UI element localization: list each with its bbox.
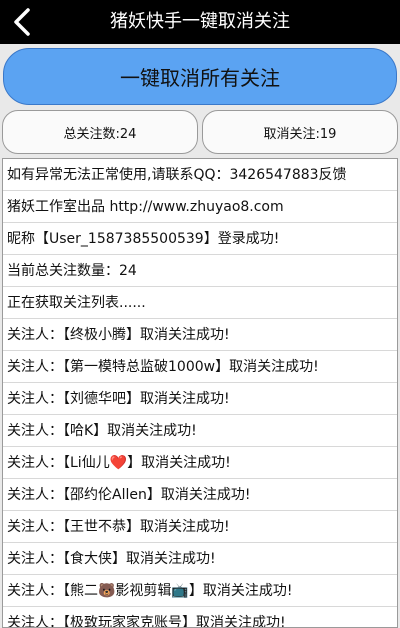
total-follows-label: 总关注数:24: [63, 126, 137, 142]
log-line: 当前总关注数量：24: [3, 255, 397, 287]
log-line: 如有异常无法正常使用,请联系QQ：3426547883反馈: [3, 159, 397, 191]
back-chevron-icon: [14, 8, 30, 36]
log-line: 猪妖工作室出品 http://www.zhuyao8.com: [3, 191, 397, 223]
log-line: 关注人：【哈K】取消关注成功!: [3, 415, 397, 447]
log-panel[interactable]: 如有异常无法正常使用,请联系QQ：3426547883反馈 猪妖工作室出品 ht…: [2, 158, 398, 628]
back-button[interactable]: [0, 0, 44, 44]
cancelled-follows-box: 取消关注:19: [202, 110, 398, 154]
total-follows-box: 总关注数:24: [2, 110, 198, 154]
page-title: 猪妖快手一键取消关注: [110, 11, 290, 32]
log-line: 昵称【User_1587385500539】登录成功!: [3, 223, 397, 255]
log-line: 关注人：【刘德华吧】取消关注成功!: [3, 383, 397, 415]
log-line: 关注人：【熊二🐻影视剪辑📺】取消关注成功!: [3, 575, 397, 607]
log-line: 关注人：【王世不恭】取消关注成功!: [3, 511, 397, 543]
log-line: 正在获取关注列表......: [3, 287, 397, 319]
log-line: 关注人：【邵约伦Allen】取消关注成功!: [3, 479, 397, 511]
log-line: 关注人：【第一模特总监破1000w】取消关注成功!: [3, 351, 397, 383]
log-line: 关注人：【极致玩家家克账号】取消关注成功!: [3, 607, 397, 627]
log-line: 关注人：【Li仙儿❤️】取消关注成功!: [3, 447, 397, 479]
log-line: 关注人：【终极小腾】取消关注成功!: [3, 319, 397, 351]
unfollow-all-button[interactable]: 一键取消所有关注: [3, 48, 397, 105]
cancelled-follows-label: 取消关注:19: [263, 126, 337, 142]
log-line: 关注人：【食大侠】取消关注成功!: [3, 543, 397, 575]
title-bar: 猪妖快手一键取消关注: [0, 0, 400, 44]
